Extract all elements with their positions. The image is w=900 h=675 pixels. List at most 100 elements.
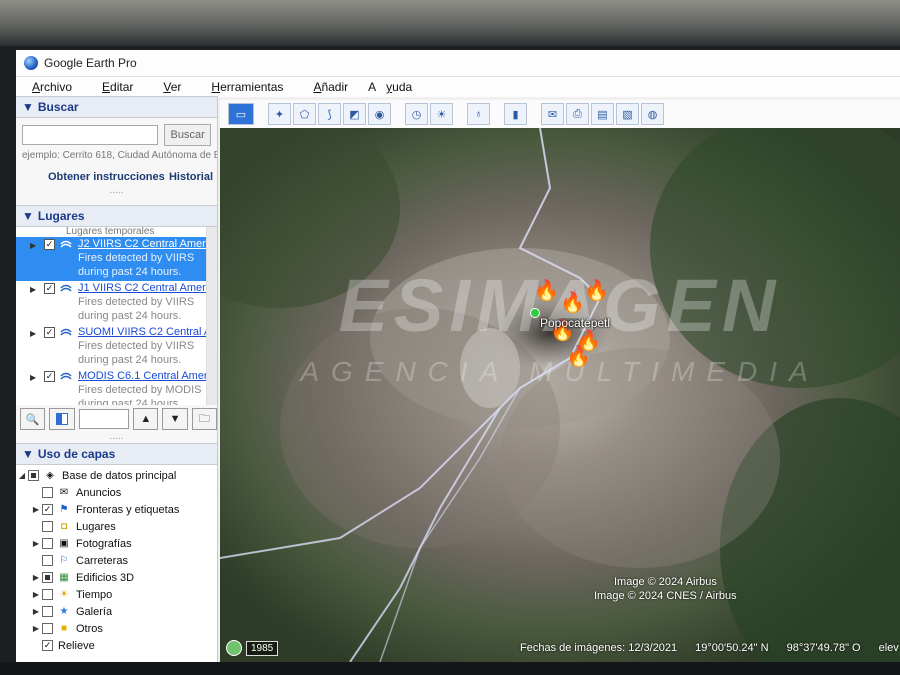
search-places-button[interactable]: 🔍 (20, 408, 46, 430)
fire-icon[interactable]: 🔥 (566, 344, 591, 369)
menu-ayuda[interactable]: Ayuda (368, 80, 422, 94)
search-button[interactable]: Buscar (164, 124, 211, 146)
expand-arrow-icon[interactable]: ▶ (30, 590, 42, 599)
placemark-label[interactable]: Popocatépetl (540, 316, 610, 330)
add-polygon-button[interactable]: ⬠ (293, 103, 316, 125)
window-title: Google Earth Pro (44, 56, 137, 70)
switch-planet-button[interactable]: ♁ (467, 103, 490, 125)
sidebar-toggle-button[interactable]: ▭ (228, 103, 254, 125)
expand-arrow-icon[interactable]: ▶ (30, 239, 36, 253)
layer-checkbox[interactable] (42, 521, 53, 532)
layer-fotografias[interactable]: ▶ ▣ Fotografías (16, 535, 217, 552)
menu-editar[interactable]: Editar (92, 80, 143, 94)
layer-checkbox[interactable] (42, 572, 53, 583)
expand-arrow-icon[interactable]: ▶ (30, 371, 36, 385)
email-button[interactable]: ✉ (541, 103, 564, 125)
layer-lugares[interactable]: ◘ Lugares (16, 518, 217, 535)
layer-root[interactable]: ◢ ◈ Base de datos principal (16, 467, 217, 484)
layer-tiempo[interactable]: ▶ ☀ Tiempo (16, 586, 217, 603)
map-view[interactable]: ESIMAGEN AGENCIA MULTIMEDIA 🔥 🔥 🔥 🔥 🔥 🔥 … (220, 128, 900, 662)
camera-icon: ▣ (59, 537, 69, 549)
layer-carreteras[interactable]: ⚐ Carreteras (16, 552, 217, 569)
layer-anuncios[interactable]: ✉ Anuncios (16, 484, 217, 501)
layer-fronteras[interactable]: ▶ ✓ ⚑ Fronteras y etiquetas (16, 501, 217, 518)
menu-ver[interactable]: Ver (153, 80, 191, 94)
place-checkbox[interactable]: ✓ (44, 239, 55, 250)
sunlight-button[interactable]: ☀ (430, 103, 453, 125)
expand-arrow-icon[interactable]: ▶ (30, 505, 42, 514)
placemark-pin-icon[interactable] (530, 308, 540, 318)
square-icon: ◘ (60, 520, 68, 532)
place-checkbox[interactable]: ✓ (44, 371, 55, 382)
layer-relieve[interactable]: ✓ Relieve (16, 637, 217, 654)
layers-panel-header[interactable]: ▼ Uso de capas (16, 443, 217, 465)
move-down-button[interactable]: ▼ (162, 408, 188, 430)
expand-arrow-icon[interactable]: ▶ (30, 283, 36, 297)
historical-clock-icon[interactable] (226, 640, 242, 656)
directions-link[interactable]: Obtener instrucciones (48, 171, 165, 183)
places-scrollbar[interactable] (206, 227, 217, 405)
place-item-j2-viirs[interactable]: ▶ ✓ J2 VIIRS C2 Central Americ Fires det… (16, 237, 217, 281)
polygon-icon: ⬠ (299, 108, 310, 121)
place-checkbox[interactable]: ✓ (44, 327, 55, 338)
toggle-panel-button[interactable] (49, 408, 75, 430)
layer-checkbox[interactable] (42, 606, 53, 617)
search-panel-title: Buscar (37, 100, 79, 114)
temporary-places-label: Lugares temporales (66, 227, 155, 237)
add-folder-button[interactable]: 🗀 (191, 408, 218, 430)
layer-checkbox[interactable] (42, 538, 53, 549)
layer-checkbox[interactable] (42, 623, 53, 634)
layer-checkbox[interactable] (28, 470, 39, 481)
places-filter-input[interactable] (78, 409, 130, 429)
planet-icon: ♁ (474, 108, 483, 120)
fire-icon[interactable]: 🔥 (534, 278, 559, 303)
expand-arrow-icon[interactable]: ▶ (30, 327, 36, 341)
places-panel-header[interactable]: ▼ Lugares (16, 205, 217, 227)
imagery-year[interactable]: 1985 (246, 641, 279, 656)
earth-community-button[interactable]: ◍ (641, 103, 664, 125)
menu-archivo[interactable]: Archivo (22, 80, 82, 94)
image-attribution-cnes: Image © 2024 CNES / Airbus (594, 590, 737, 602)
expand-arrow-icon[interactable]: ◢ (16, 471, 28, 480)
search-input[interactable] (22, 125, 159, 145)
layer-otros[interactable]: ▶ ■ Otros (16, 620, 217, 637)
place-checkbox[interactable]: ✓ (44, 283, 55, 294)
history-link[interactable]: Historial (169, 171, 213, 183)
layer-galeria[interactable]: ▶ ★ Galería (16, 603, 217, 620)
splitter-handle[interactable]: ..... (16, 186, 217, 196)
add-placemark-button[interactable]: ✦ (268, 103, 291, 125)
expand-arrow-icon[interactable]: ▶ (30, 539, 42, 548)
add-overlay-button[interactable]: ◩ (343, 103, 366, 125)
splitter-handle[interactable]: ..... (16, 432, 217, 442)
expand-arrow-icon[interactable]: ▶ (30, 607, 42, 616)
place-item-modis[interactable]: ▶ ✓ MODIS C6.1 Central Americ Fires dete… (16, 369, 217, 405)
collapse-triangle-icon: ▼ (22, 100, 34, 114)
historical-imagery-button[interactable]: ◷ (405, 103, 428, 125)
layer-checkbox[interactable] (42, 487, 53, 498)
place-item-suomi-viirs[interactable]: ▶ ✓ SUOMI VIIRS C2 Central Am Fires dete… (16, 325, 217, 369)
menu-anadir[interactable]: Añadir (303, 80, 358, 94)
layer-checkbox[interactable] (42, 589, 53, 600)
view-in-maps-button[interactable]: ▧ (616, 103, 639, 125)
move-up-button[interactable]: ▲ (133, 408, 159, 430)
menu-herramientas[interactable]: Herramientas (201, 80, 293, 94)
layer-checkbox[interactable]: ✓ (42, 640, 53, 651)
save-image-button[interactable]: ▤ (591, 103, 614, 125)
folder-icon: 🗀 (198, 412, 210, 425)
fire-icon[interactable]: 🔥 (584, 278, 609, 303)
layer-checkbox[interactable] (42, 555, 53, 566)
pushpin-icon: ✦ (274, 108, 285, 121)
layer-checkbox[interactable]: ✓ (42, 504, 53, 515)
search-panel-header[interactable]: ▼ Buscar (16, 96, 217, 118)
star-icon: ★ (59, 605, 69, 617)
record-tour-button[interactable]: ◉ (368, 103, 391, 125)
ruler-button[interactable]: ▮ (504, 103, 527, 125)
expand-arrow-icon[interactable]: ▶ (30, 624, 42, 633)
add-path-button[interactable]: ⟆ (318, 103, 341, 125)
envelope-icon: ✉ (59, 486, 69, 498)
place-item-j1-viirs[interactable]: ▶ ✓ J1 VIIRS C2 Central Americ Fires det… (16, 281, 217, 325)
expand-arrow-icon[interactable]: ▶ (30, 573, 42, 582)
fire-icon[interactable]: 🔥 (560, 290, 585, 315)
layer-edificios-3d[interactable]: ▶ ▦ Edificios 3D (16, 569, 217, 586)
print-button[interactable]: ⎙ (566, 103, 589, 125)
